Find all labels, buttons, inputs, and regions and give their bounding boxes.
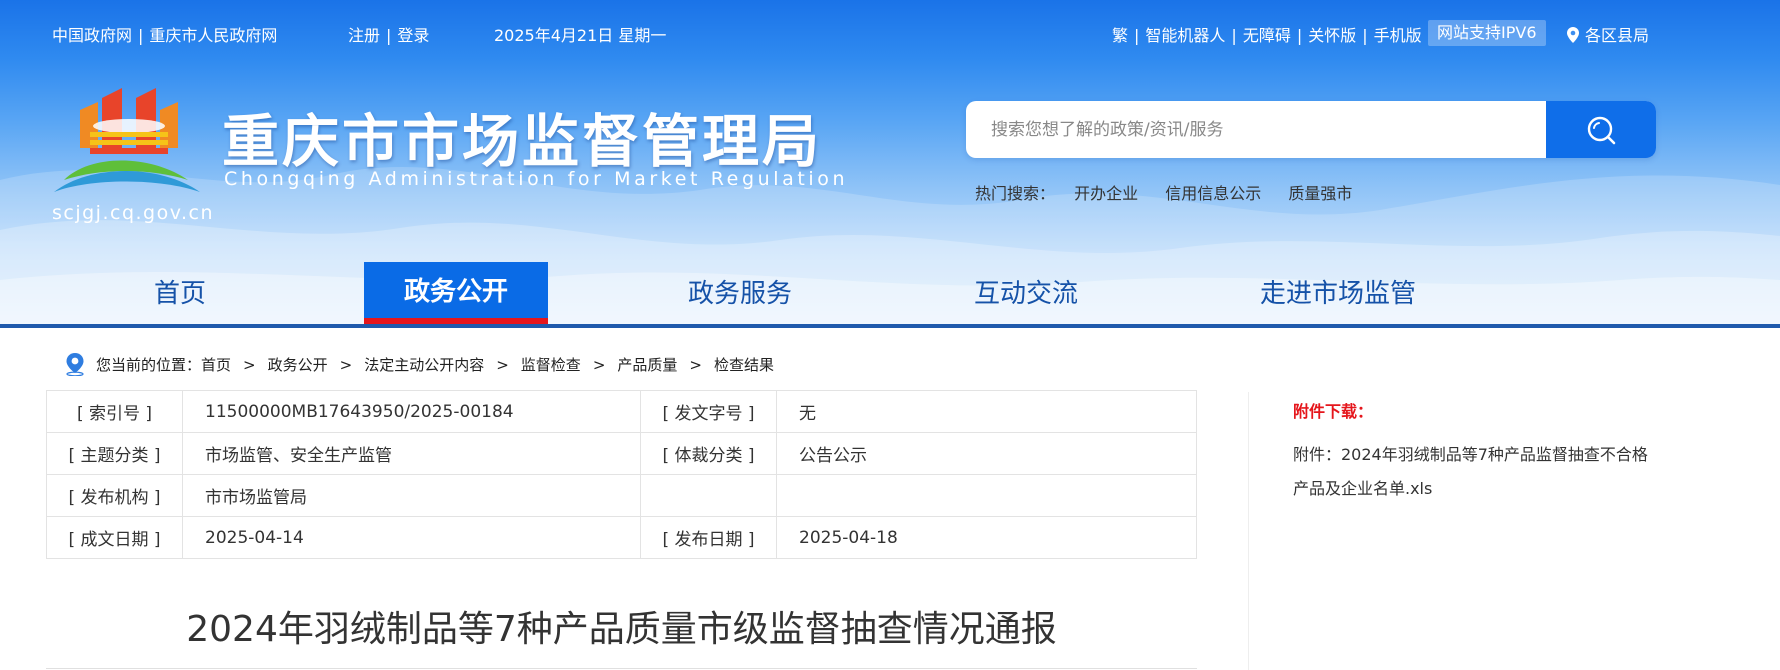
attachment-heading: 附件下载： [1293, 402, 1374, 421]
breadcrumb-gov-open[interactable]: 政务公开 [268, 356, 328, 374]
login-link[interactable]: 登录 [397, 26, 429, 45]
attachment-link[interactable]: 附件：2024年羽绒制品等7种产品监督抽查不合格产品及企业名单.xls [1293, 438, 1663, 506]
link-gov-cn[interactable]: 中国政府网 [52, 26, 132, 45]
hot-link-open-business[interactable]: 开办企业 [1074, 184, 1138, 203]
search-box [966, 101, 1656, 158]
location-pin-icon [1567, 27, 1579, 43]
region-label: 各区县局 [1585, 26, 1650, 45]
site-subtitle: Chongqing Administration for Market Regu… [224, 168, 849, 190]
title-divider [46, 668, 1197, 669]
nav-home[interactable]: 首页 [110, 262, 250, 324]
main-nav: 首页 政务公开 政务服务 互动交流 走进市场监管 [0, 262, 1780, 324]
breadcrumb-label: 您当前的位置： [96, 356, 202, 374]
hot-link-quality[interactable]: 质量强市 [1288, 184, 1352, 203]
site-title[interactable]: 重庆市市场监督管理局 [222, 96, 822, 178]
top-bar: 中国政府网 | 重庆市人民政府网 注册 | 登录 2025年4月21日 星期一 繁 | 智能… [0, 20, 1780, 46]
sidebar-divider [1248, 392, 1249, 670]
topic-value: 市场监管、安全生产监管 [182, 432, 641, 475]
hot-search: 热门搜索： 开办企业 信用信息公示 质量强市 [975, 180, 1374, 204]
search-button[interactable] [1546, 101, 1656, 158]
genre-label: [ 体裁分类 ] [640, 432, 777, 475]
location-icon [66, 353, 84, 376]
index-no-label: [ 索引号 ] [46, 390, 183, 433]
org-value: 市市场监管局 [182, 474, 641, 517]
empty-cell [640, 474, 777, 517]
robot-link[interactable]: 智能机器人 [1145, 26, 1225, 45]
register-link[interactable]: 注册 [348, 26, 380, 45]
search-input[interactable] [966, 101, 1546, 158]
article-title: 2024年羽绒制品等7种产品质量市级监督抽查情况通报 [186, 609, 1057, 650]
hot-search-label: 热门搜索： [975, 184, 1056, 203]
region-link[interactable]: 各区县局 [1567, 22, 1649, 46]
doc-no-label: [ 发文字号 ] [640, 390, 777, 433]
created-date-value: 2025-04-14 [182, 516, 641, 559]
site-domain: scjgj.cq.gov.cn [52, 202, 215, 224]
site-header: 中国政府网 | 重庆市人民政府网 注册 | 登录 2025年4月21日 星期一 繁 | 智能… [0, 0, 1780, 324]
hot-link-credit-info[interactable]: 信用信息公示 [1165, 184, 1261, 203]
accessibility-link[interactable]: 无障碍 [1243, 26, 1291, 45]
index-no-value: 11500000MB17643950/2025-00184 [182, 390, 641, 433]
org-label: [ 发布机构 ] [46, 474, 183, 517]
nav-divider [0, 324, 1780, 328]
table-row: [ 索引号 ] 11500000MB17643950/2025-00184 [ … [46, 390, 1197, 433]
nav-gov-services[interactable]: 政务服务 [660, 262, 820, 324]
traditional-chinese-link[interactable]: 繁 [1112, 26, 1128, 45]
topic-label: [ 主题分类 ] [46, 432, 183, 475]
link-cq-gov[interactable]: 重庆市人民政府网 [149, 26, 277, 45]
table-row: [ 发布机构 ] 市市场监管局 [46, 474, 1197, 517]
published-date-value: 2025-04-18 [776, 516, 1197, 559]
created-date-label: [ 成文日期 ] [46, 516, 183, 559]
table-row: [ 主题分类 ] 市场监管、安全生产监管 [ 体裁分类 ] 公告公示 [46, 432, 1197, 475]
current-date: 2025年4月21日 星期一 [494, 26, 667, 45]
breadcrumb-home[interactable]: 首页 [201, 356, 231, 374]
published-date-label: [ 发布日期 ] [640, 516, 777, 559]
genre-value: 公告公示 [776, 432, 1197, 475]
nav-interaction[interactable]: 互动交流 [946, 262, 1106, 324]
nav-gov-affairs-open[interactable]: 政务公开 [364, 262, 548, 324]
nav-about[interactable]: 走进市场监管 [1248, 262, 1428, 324]
ipv6-badge: 网站支持IPV6 [1428, 20, 1546, 46]
table-row: [ 成文日期 ] 2025-04-14 [ 发布日期 ] 2025-04-18 [46, 516, 1197, 559]
logo-emblem-icon[interactable] [50, 84, 202, 200]
mobile-link[interactable]: 手机版 [1374, 26, 1422, 45]
empty-cell [776, 474, 1197, 517]
breadcrumb-product-quality[interactable]: 产品质量 [617, 356, 677, 374]
breadcrumb: 您当前的位置：首页 > 政务公开 > 法定主动公开内容 > 监督检查 > 产品质量 > 检查结果 [64, 352, 774, 376]
care-mode-link[interactable]: 关怀版 [1308, 26, 1356, 45]
document-info-table: [ 索引号 ] 11500000MB17643950/2025-00184 [ … [46, 390, 1197, 559]
breadcrumb-results[interactable]: 检查结果 [714, 356, 774, 374]
breadcrumb-statutory[interactable]: 法定主动公开内容 [364, 356, 484, 374]
breadcrumb-inspection[interactable]: 监督检查 [521, 356, 581, 374]
doc-no-value: 无 [776, 390, 1197, 433]
search-icon [1587, 116, 1616, 144]
